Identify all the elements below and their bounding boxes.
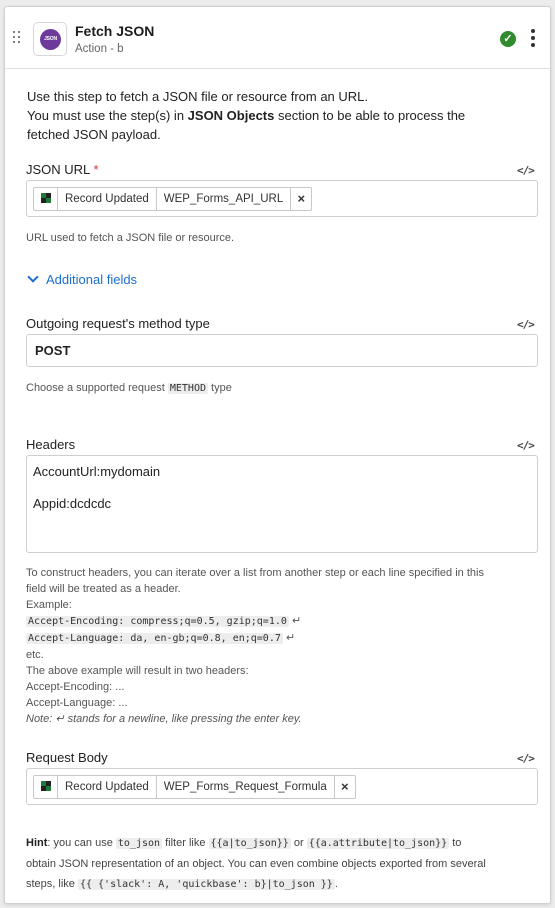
additional-fields-toggle[interactable]: Additional fields — [27, 271, 137, 287]
token-source: Record Updated — [58, 188, 157, 210]
hint-text: Hint: you can use to_json filter like {{… — [26, 837, 486, 890]
header-line: AccountUrl:mydomain — [33, 464, 161, 479]
json-app-icon: JSON — [33, 22, 67, 56]
headers-textarea[interactable]: AccountUrl:mydomain Appid:dcdcdc — [26, 455, 538, 553]
json-url-token: Record Updated WEP_Forms_API_URL × — [33, 187, 313, 211]
header-line: Appid:dcdcdc — [33, 496, 112, 511]
method-code: METHOD — [167, 383, 208, 394]
request-body-code-toggle-icon[interactable]: </> — [517, 752, 535, 765]
step-subtitle: Action - b — [75, 43, 124, 55]
json-logo: JSON — [40, 29, 61, 50]
example-code: Accept-Language: da, en-gb;q=0.8, en;q=0… — [26, 633, 283, 644]
success-check-icon: ✓ — [500, 31, 516, 47]
example-code: Accept-Encoding: compress;q=0.5, gzip;q=… — [26, 616, 289, 627]
json-objects-section-name: JSON Objects — [187, 108, 275, 123]
headers-help: To construct headers, you can iterate ov… — [26, 567, 484, 725]
token-field: WEP_Forms_Request_Formula — [157, 776, 335, 798]
intro-line: fetched JSON payload. — [27, 127, 161, 142]
json-url-help: URL used to fetch a JSON file or resourc… — [26, 232, 235, 244]
step-panel: JSON Fetch JSON Action - b ✓ Use this st… — [4, 6, 551, 904]
headers-label: Headers — [26, 437, 76, 452]
drag-handle-icon[interactable] — [13, 31, 23, 45]
method-value: POST — [35, 343, 71, 358]
method-help: Choose a supported request METHOD type — [26, 382, 232, 394]
remove-token-icon[interactable]: × — [291, 188, 311, 210]
token-field: WEP_Forms_API_URL — [157, 188, 292, 210]
quickbase-logo-icon — [34, 188, 58, 210]
intro-line: Use this step to fetch a JSON file or re… — [27, 89, 369, 104]
method-label: Outgoing request's method type — [26, 316, 210, 331]
required-marker: * — [93, 162, 99, 177]
token-source: Record Updated — [58, 776, 157, 798]
headers-code-toggle-icon[interactable]: </> — [517, 439, 535, 452]
request-body-token: Record Updated WEP_Forms_Request_Formula… — [33, 775, 356, 799]
json-url-code-toggle-icon[interactable]: </> — [517, 164, 535, 177]
method-code-toggle-icon[interactable]: </> — [517, 318, 535, 331]
method-input[interactable]: POST — [26, 334, 538, 367]
json-url-field[interactable]: Record Updated WEP_Forms_API_URL × — [26, 180, 538, 217]
intro-line: You must use the step(s) in JSON Objects… — [27, 108, 466, 123]
request-body-label: Request Body — [26, 750, 108, 765]
step-description: Use this step to fetch a JSON file or re… — [27, 87, 527, 144]
remove-token-icon[interactable]: × — [335, 776, 355, 798]
quickbase-logo-icon — [34, 776, 58, 798]
more-options-icon[interactable] — [531, 29, 535, 47]
chevron-down-icon — [27, 271, 39, 283]
json-url-label: JSON URL * — [26, 162, 99, 177]
step-title: Fetch JSON — [75, 23, 155, 39]
step-header[interactable]: JSON Fetch JSON Action - b ✓ — [5, 7, 550, 69]
request-body-field[interactable]: Record Updated WEP_Forms_Request_Formula… — [26, 768, 538, 805]
